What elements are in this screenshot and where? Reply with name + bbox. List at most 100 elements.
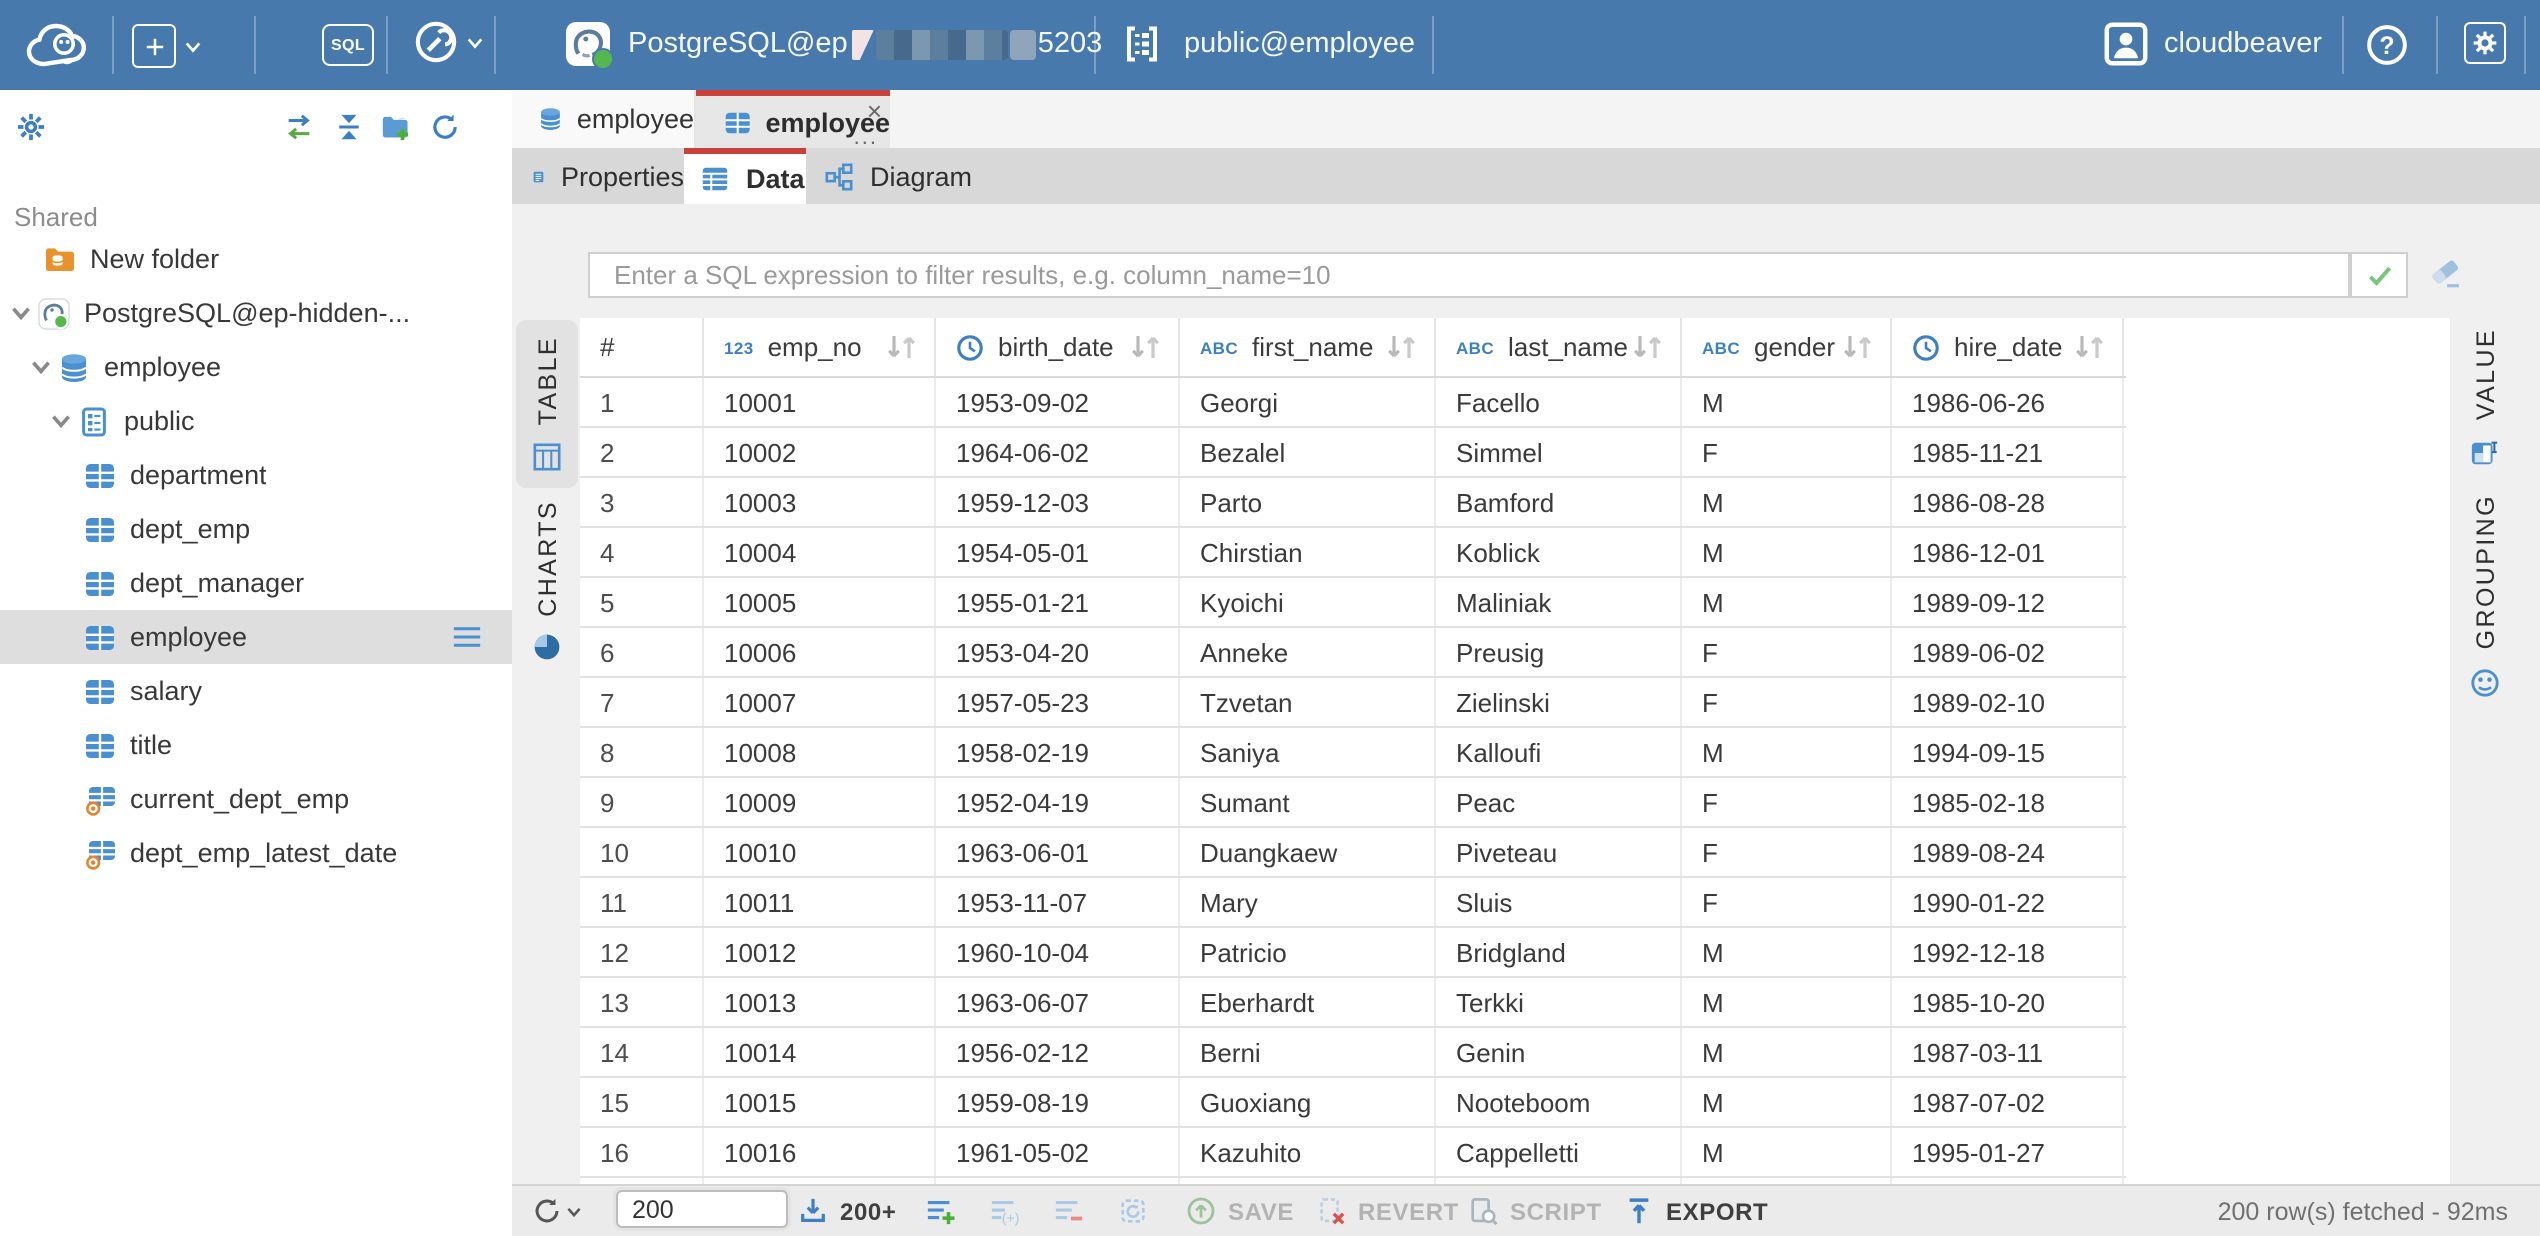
cell[interactable]: 1958-02-19 [936, 728, 1180, 776]
cell[interactable]: M [1682, 728, 1892, 776]
tree-item-public[interactable]: public [0, 394, 512, 448]
cell[interactable]: 10015 [704, 1078, 936, 1126]
table-row[interactable]: 16100161961-05-02KazuhitoCappellettiM199… [580, 1128, 2126, 1178]
cell[interactable]: 1994-09-15 [1892, 728, 2124, 776]
cell[interactable]: Patricio [1180, 928, 1436, 976]
sort-icon[interactable] [1384, 332, 1420, 362]
cell[interactable]: M [1682, 1028, 1892, 1076]
cell[interactable]: M [1682, 928, 1892, 976]
cell[interactable]: 10003 [704, 478, 936, 526]
cell[interactable]: 1956-02-12 [936, 1028, 1180, 1076]
cell[interactable]: Bridgland [1436, 928, 1682, 976]
cell[interactable]: 16 [580, 1128, 704, 1176]
cell[interactable]: 10009 [704, 778, 936, 826]
cell[interactable]: 10016 [704, 1128, 936, 1176]
cell[interactable]: M [1682, 978, 1892, 1026]
cell[interactable]: 1960-10-04 [936, 928, 1180, 976]
cell[interactable]: 1959-12-03 [936, 478, 1180, 526]
column-header-first_name[interactable]: ABCfirst_name [1180, 318, 1436, 376]
user-menu[interactable]: cloudbeaver [2104, 22, 2322, 66]
cell[interactable]: Mary [1180, 878, 1436, 926]
chevron-down-icon[interactable] [566, 1203, 582, 1219]
script-button[interactable]: SCRIPT [1468, 1186, 1602, 1236]
cell[interactable]: 1953-09-02 [936, 378, 1180, 426]
cell[interactable]: Cappelletti [1436, 1128, 1682, 1176]
column-header-emp_no[interactable]: 123emp_no [704, 318, 936, 376]
table-row[interactable]: 14100141956-02-12BerniGeninM1987-03-11 [580, 1028, 2126, 1078]
fetch-more-button[interactable]: 200+ [798, 1186, 896, 1236]
cell[interactable]: Simmel [1436, 428, 1682, 476]
cell[interactable]: 10006 [704, 628, 936, 676]
table-row[interactable]: 3100031959-12-03PartoBamfordM1986-08-28 [580, 478, 2126, 528]
cell[interactable]: 1986-06-26 [1892, 378, 2124, 426]
export-button[interactable]: EXPORT [1624, 1186, 1768, 1236]
cell[interactable]: Zielinski [1436, 678, 1682, 726]
cell[interactable]: 10013 [704, 978, 936, 1026]
cell[interactable]: Kazuhito [1180, 1128, 1436, 1176]
cell[interactable]: 1957-05-23 [936, 678, 1180, 726]
cell[interactable]: 7 [580, 678, 704, 726]
cell[interactable]: 6 [580, 628, 704, 676]
cell[interactable]: M [1682, 1078, 1892, 1126]
cell[interactable]: 1953-04-20 [936, 628, 1180, 676]
cell[interactable]: 1986-12-01 [1892, 528, 2124, 576]
tree-item-employee[interactable]: employee [0, 340, 512, 394]
cell[interactable]: 10007 [704, 678, 936, 726]
column-header-hire_date[interactable]: hire_date [1892, 318, 2124, 376]
cell[interactable]: 10005 [704, 578, 936, 626]
chevron-down-icon[interactable] [466, 33, 484, 51]
cell[interactable]: 1992-12-18 [1892, 928, 2124, 976]
auto-refresh-button[interactable] [1118, 1186, 1148, 1236]
chevron-down-icon[interactable] [48, 408, 74, 434]
tree-item-employee[interactable]: employee [0, 610, 512, 664]
row-limit-input[interactable] [616, 1190, 788, 1228]
cell[interactable]: Kyoichi [1180, 578, 1436, 626]
cell[interactable]: F [1682, 628, 1892, 676]
cell[interactable]: Koblick [1436, 528, 1682, 576]
cell[interactable]: Terkki [1436, 978, 1682, 1026]
table-row[interactable]: 15100151959-08-19GuoxiangNooteboomM1987-… [580, 1078, 2126, 1128]
cell[interactable]: Sluis [1436, 878, 1682, 926]
tree-item-title[interactable]: title [0, 718, 512, 772]
chevron-down-icon[interactable] [28, 354, 54, 380]
cell[interactable]: 1964-06-02 [936, 428, 1180, 476]
sort-icon[interactable] [2072, 332, 2108, 362]
sql-editor-button[interactable]: SQL [322, 24, 374, 66]
cell[interactable]: 10010 [704, 828, 936, 876]
cell[interactable]: 1963-06-07 [936, 978, 1180, 1026]
apply-filter-button[interactable] [2350, 252, 2408, 298]
cell[interactable]: Peac [1436, 778, 1682, 826]
cell[interactable]: 10011 [704, 878, 936, 926]
tab-employee-database[interactable]: employee [512, 90, 696, 148]
presentation-tab-charts[interactable]: CHARTS [516, 484, 578, 679]
cell[interactable]: 1990-01-22 [1892, 878, 2124, 926]
column-header-birth_date[interactable]: birth_date [936, 318, 1180, 376]
cell[interactable]: 1985-11-21 [1892, 428, 2124, 476]
table-row[interactable]: 2100021964-06-02BezalelSimmelF1985-11-21 [580, 428, 2126, 478]
presentation-tab-table[interactable]: TABLE [516, 320, 578, 487]
cell[interactable]: 1952-04-19 [936, 778, 1180, 826]
cell[interactable]: 1955-01-21 [936, 578, 1180, 626]
tree-item-new-folder[interactable]: New folder [0, 232, 512, 286]
tab-properties[interactable]: Properties [512, 148, 684, 204]
cell[interactable]: 1963-06-01 [936, 828, 1180, 876]
cell[interactable]: Chirstian [1180, 528, 1436, 576]
cell[interactable]: 5 [580, 578, 704, 626]
cell[interactable]: 1985-10-20 [1892, 978, 2124, 1026]
sort-icon[interactable] [1128, 332, 1164, 362]
cell[interactable]: 3 [580, 478, 704, 526]
cell[interactable]: 1959-08-19 [936, 1078, 1180, 1126]
cell[interactable]: M [1682, 378, 1892, 426]
cell[interactable]: 1989-02-10 [1892, 678, 2124, 726]
add-row-button[interactable] [926, 1186, 956, 1236]
collapse-all-icon[interactable] [334, 112, 364, 142]
sync-navigation-icon[interactable] [284, 112, 314, 142]
table-row[interactable]: 7100071957-05-23TzvetanZielinskiF1989-02… [580, 678, 2126, 728]
cell[interactable]: 10002 [704, 428, 936, 476]
tab-diagram[interactable]: Diagram [806, 148, 974, 204]
cell[interactable]: 1954-05-01 [936, 528, 1180, 576]
cell[interactable]: Eberhardt [1180, 978, 1436, 1026]
cell[interactable]: Parto [1180, 478, 1436, 526]
cell[interactable]: Kalloufi [1436, 728, 1682, 776]
tree-item-dept-emp-latest-date[interactable]: dept_emp_latest_date [0, 826, 512, 880]
